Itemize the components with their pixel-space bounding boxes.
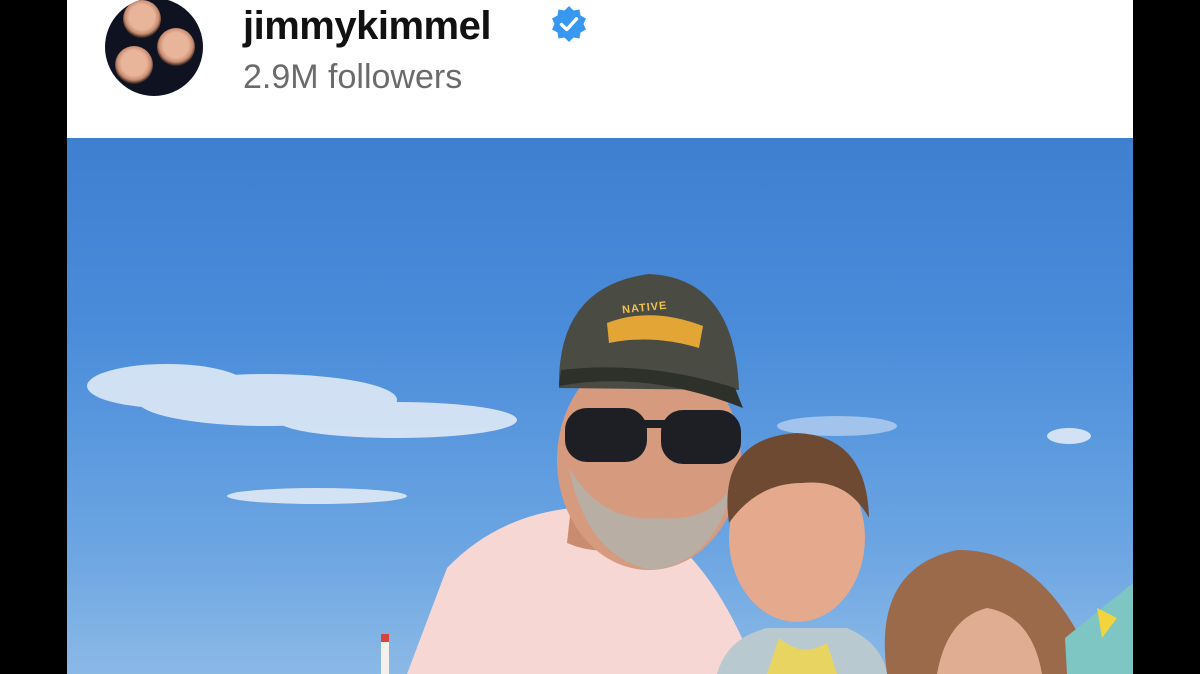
- verified-badge-icon: [552, 6, 586, 42]
- username-link[interactable]: jimmykimmel: [243, 4, 491, 49]
- post-card: jimmykimmel 2.9M followers NATIVE: [67, 0, 1133, 674]
- photo-illustration: [87, 274, 1133, 674]
- follower-count: 2.9M followers: [243, 58, 463, 96]
- post-photo[interactable]: NATIVE: [67, 138, 1133, 674]
- post-header: jimmykimmel 2.9M followers: [67, 0, 1133, 138]
- profile-avatar[interactable]: [105, 0, 203, 96]
